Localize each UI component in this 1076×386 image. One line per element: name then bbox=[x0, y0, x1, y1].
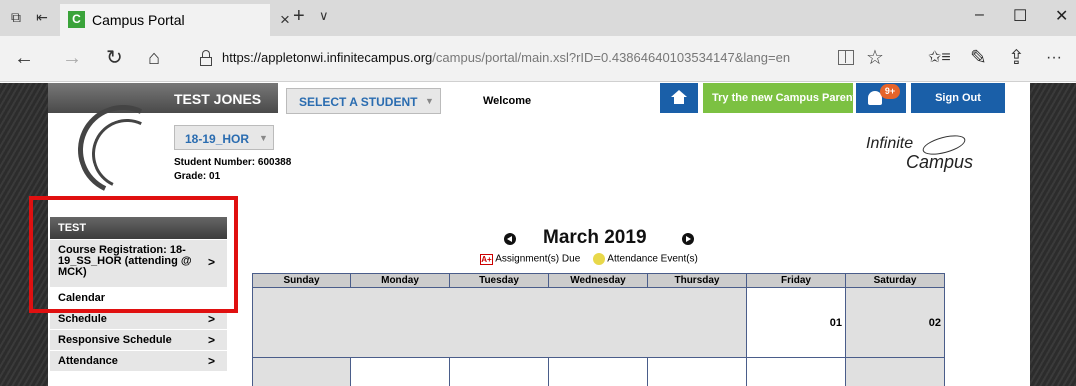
home-icon[interactable]: ⌂ bbox=[148, 47, 160, 69]
attendance-event-icon bbox=[593, 253, 606, 265]
portal-home-button[interactable] bbox=[660, 83, 698, 113]
calendar-day-cell[interactable] bbox=[252, 357, 351, 386]
legend-attendance: Attendance Event(s) bbox=[607, 253, 698, 265]
refresh-icon[interactable]: ↻ bbox=[106, 47, 123, 69]
student-grade: Grade: 01 bbox=[174, 171, 221, 182]
tab-close-icon[interactable]: × bbox=[280, 10, 290, 30]
day-header-monday: Monday bbox=[350, 273, 450, 288]
sidebar-item-label: Schedule bbox=[58, 313, 107, 325]
term-dropdown[interactable]: 18-19_HOR ▼ bbox=[174, 125, 274, 150]
set-tabs-aside-icon[interactable]: ⇤ bbox=[34, 9, 50, 25]
share-icon[interactable]: ⇪ bbox=[1008, 47, 1025, 69]
calendar-day-cell[interactable] bbox=[350, 357, 450, 386]
calendar-day-cell[interactable]: 02 bbox=[845, 287, 945, 358]
day-header-saturday: Saturday bbox=[845, 273, 945, 288]
student-name: TEST JONES bbox=[174, 91, 262, 107]
calendar-day-cell[interactable] bbox=[746, 357, 846, 386]
home-base-icon bbox=[674, 97, 684, 104]
right-background-stripes bbox=[1030, 83, 1076, 386]
chevron-right-icon: > bbox=[207, 333, 215, 347]
url-path: /campus/portal/main.xsl?rID=0.4386464010… bbox=[432, 50, 791, 65]
lock-icon bbox=[200, 50, 212, 66]
infinite-campus-logo: Infinite Campus bbox=[866, 131, 976, 172]
calendar-header-row: Sunday Monday Tuesday Wednesday Thursday… bbox=[252, 273, 945, 288]
tab-title: Campus Portal bbox=[92, 12, 185, 28]
try-campus-parent-button[interactable]: Try the new Campus Parent bbox=[703, 83, 857, 113]
calendar-empty-days bbox=[252, 287, 747, 358]
calendar-week-row: 01 02 bbox=[252, 287, 945, 358]
chevron-down-icon: ▼ bbox=[425, 96, 434, 106]
sign-out-label: Sign Out bbox=[935, 92, 981, 104]
day-header-sunday: Sunday bbox=[252, 273, 351, 288]
pen-icon[interactable]: ✎ bbox=[970, 47, 987, 69]
welcome-text: Welcome bbox=[483, 95, 532, 107]
chevron-right-icon: > bbox=[207, 312, 215, 326]
minimize-icon[interactable]: – bbox=[975, 6, 984, 24]
term-label: 18-19_HOR bbox=[185, 132, 250, 146]
maximize-icon[interactable]: ☐ bbox=[1013, 6, 1027, 26]
calendar-day-cell[interactable] bbox=[845, 357, 945, 386]
campus-favicon-icon: C bbox=[68, 11, 85, 28]
student-number: Student Number: 600388 bbox=[174, 157, 292, 168]
logo-word-campus: Campus bbox=[906, 152, 974, 172]
more-icon[interactable]: ··· bbox=[1046, 47, 1062, 69]
sidebar-item-attendance[interactable]: Attendance > bbox=[50, 350, 227, 371]
close-window-icon[interactable]: ✕ bbox=[1055, 6, 1068, 26]
select-student-dropdown[interactable]: SELECT A STUDENT ▼ bbox=[286, 88, 441, 114]
day-header-tuesday: Tuesday bbox=[449, 273, 549, 288]
highlight-box bbox=[29, 196, 238, 313]
logo-word-infinite: Infinite bbox=[866, 135, 914, 152]
tab-actions-icon[interactable]: ⧉ bbox=[8, 9, 24, 25]
select-student-label: SELECT A STUDENT bbox=[299, 95, 418, 109]
notifications-button[interactable]: 9+ bbox=[856, 83, 906, 113]
calendar-grid: Sunday Monday Tuesday Wednesday Thursday… bbox=[252, 273, 945, 386]
sidebar-item-label: Attendance bbox=[58, 355, 118, 367]
forward-icon[interactable]: → bbox=[62, 47, 82, 69]
calendar-week-row bbox=[252, 357, 945, 386]
assignment-due-icon: A+ bbox=[480, 253, 493, 265]
sidebar-item-responsive-schedule[interactable]: Responsive Schedule > bbox=[50, 329, 227, 350]
calendar-day-cell[interactable] bbox=[647, 357, 747, 386]
notification-badge: 9+ bbox=[880, 84, 900, 99]
url-host: https://appletonwi.infinitecampus.org bbox=[222, 50, 433, 65]
calendar-month-title: March 2019 bbox=[543, 227, 647, 248]
sidebar-item-label: Responsive Schedule bbox=[58, 334, 172, 346]
legend-assignments: Assignment(s) Due bbox=[495, 253, 581, 265]
tab-list-chevron-icon[interactable]: ∨ bbox=[319, 8, 329, 24]
home-roof-icon bbox=[671, 90, 687, 97]
day-header-thursday: Thursday bbox=[647, 273, 747, 288]
browser-address-bar: ← → ↻ ⌂ https://appletonwi.infinitecampu… bbox=[0, 36, 1076, 82]
chevron-right-icon: > bbox=[207, 354, 215, 368]
day-header-wednesday: Wednesday bbox=[548, 273, 648, 288]
calendar-day-cell[interactable] bbox=[548, 357, 648, 386]
try-campus-parent-label: Try the new Campus Parent bbox=[712, 92, 857, 104]
calendar-day-cell[interactable]: 01 bbox=[746, 287, 846, 358]
day-header-friday: Friday bbox=[746, 273, 846, 288]
new-tab-icon[interactable]: + bbox=[293, 5, 305, 28]
student-header-bar: TEST JONES bbox=[48, 83, 278, 113]
sign-out-button[interactable]: Sign Out bbox=[911, 83, 1005, 113]
browser-tab-bar: ⧉ ⇤ C Campus Portal × + ∨ – ☐ ✕ bbox=[0, 0, 1076, 36]
url-field[interactable]: https://appletonwi.infinitecampus.org/ca… bbox=[222, 50, 790, 65]
browser-tab-campus-portal[interactable]: C Campus Portal × bbox=[60, 4, 290, 36]
chevron-down-icon: ▼ bbox=[259, 133, 268, 143]
calendar-legend: A+ Assignment(s) Due Attendance Event(s) bbox=[480, 253, 698, 265]
reading-view-icon[interactable] bbox=[838, 50, 854, 65]
favorites-list-icon[interactable]: ✩≡ bbox=[928, 47, 951, 69]
next-month-icon[interactable] bbox=[682, 233, 694, 245]
back-icon[interactable]: ← bbox=[14, 47, 34, 69]
previous-month-icon[interactable] bbox=[504, 233, 516, 245]
favorite-star-icon[interactable]: ☆ bbox=[866, 47, 884, 69]
calendar-day-cell[interactable] bbox=[449, 357, 549, 386]
